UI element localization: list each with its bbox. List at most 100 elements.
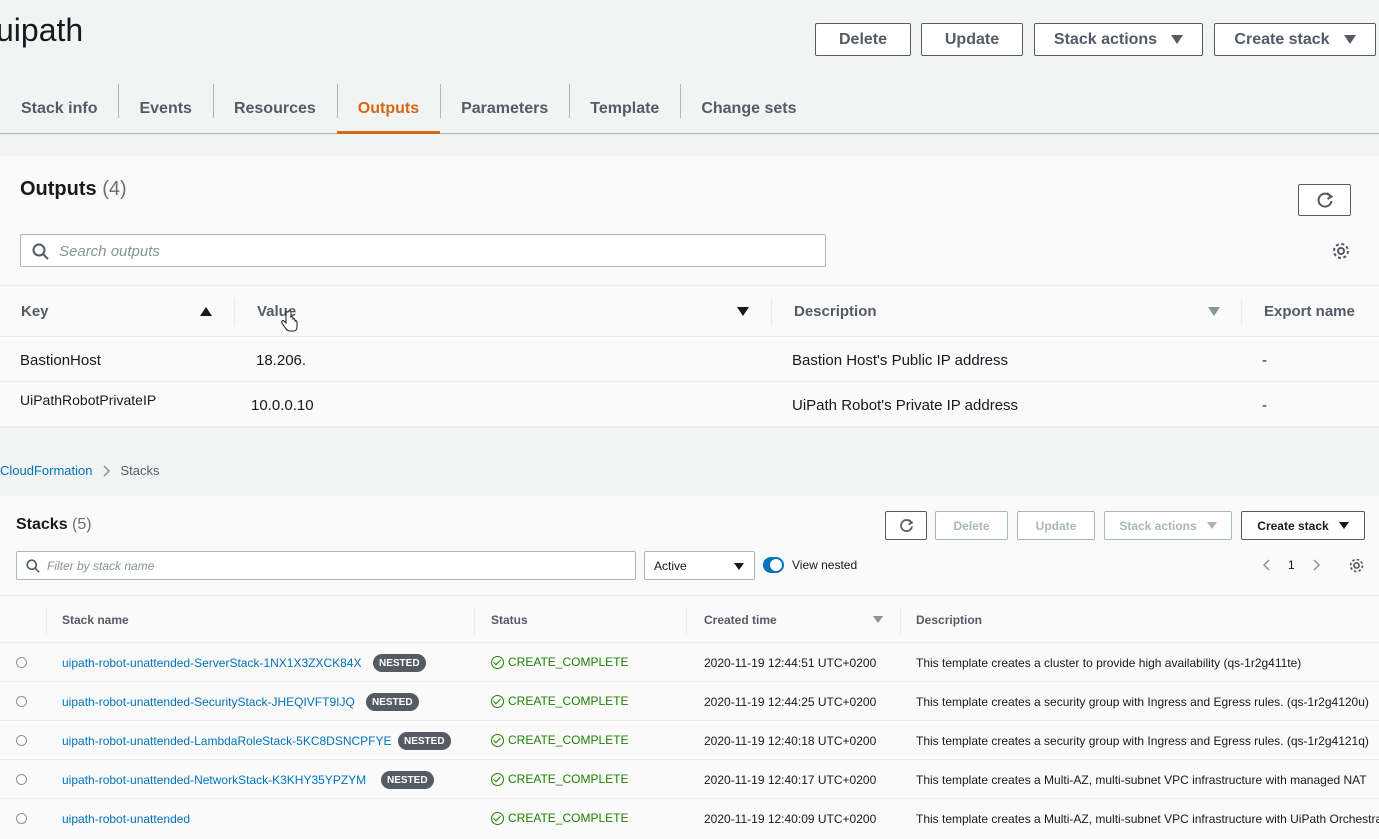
- col-key[interactable]: Key: [21, 303, 49, 320]
- view-nested-label: View nested: [792, 558, 858, 572]
- sort-icon[interactable]: [1208, 307, 1220, 316]
- row-radio[interactable]: [16, 735, 27, 746]
- stacks-title: Stacks: [16, 516, 68, 533]
- stack-name-link[interactable]: uipath-robot-unattended-SecurityStack-JH…: [62, 695, 355, 709]
- update-button[interactable]: Update: [921, 23, 1023, 56]
- create-stack-button[interactable]: Create stack: [1214, 23, 1376, 56]
- table-row: BastionHost 18.206. Bastion Host's Publi…: [0, 338, 1379, 382]
- breadcrumb-cloudformation[interactable]: CloudFormation: [0, 463, 93, 478]
- refresh-stacks-button[interactable]: [885, 511, 927, 540]
- cursor-hand-icon: [281, 310, 298, 332]
- update-button-label: Update: [944, 30, 1000, 48]
- status-filter-select[interactable]: Active: [644, 551, 755, 580]
- stacks-heading: Stacks (5): [16, 516, 92, 534]
- col-export-name[interactable]: Export name: [1264, 303, 1355, 320]
- stacks-delete-button[interactable]: Delete: [935, 511, 1008, 540]
- stacks-panel: Stacks (5) Delete Update Stack actions C…: [0, 496, 1379, 839]
- caret-down-icon: [734, 563, 744, 570]
- created-time: 2020-11-19 12:40:09 UTC+0200: [704, 812, 877, 826]
- delete-button[interactable]: Delete: [815, 23, 911, 56]
- caret-down-icon: [1343, 35, 1356, 44]
- caret-down-icon: [1206, 522, 1217, 529]
- row-radio[interactable]: [16, 657, 27, 668]
- stacks-update-button[interactable]: Update: [1017, 511, 1095, 540]
- col-stack-name[interactable]: Stack name: [62, 613, 129, 627]
- stacks-actions-label: Stack actions: [1119, 518, 1197, 533]
- outputs-panel: Outputs (4) Search outputs Key Value Des…: [0, 156, 1379, 428]
- row-radio[interactable]: [16, 774, 27, 785]
- output-key: UiPathRobotPrivateIP: [20, 392, 157, 408]
- table-row: uipath-robot-unattended CREATE_COMPLETE …: [0, 799, 1379, 838]
- check-circle-icon: [491, 772, 504, 786]
- page-number[interactable]: 1: [1288, 558, 1295, 572]
- gear-icon[interactable]: [1348, 557, 1365, 574]
- check-circle-icon: [491, 733, 504, 747]
- output-export: -: [1262, 397, 1267, 414]
- stack-description: This template creates a security group w…: [916, 695, 1369, 709]
- output-value: 10.0.0.10: [251, 397, 314, 414]
- sort-descending-icon[interactable]: [737, 307, 749, 316]
- col-description[interactable]: Description: [794, 303, 877, 320]
- created-time: 2020-11-19 12:40:17 UTC+0200: [704, 773, 877, 787]
- chevron-left-icon[interactable]: [1262, 559, 1270, 571]
- output-description: Bastion Host's Public IP address: [792, 352, 1009, 369]
- tab-events[interactable]: Events: [118, 84, 212, 134]
- stack-name-link[interactable]: uipath-robot-unattended-LambdaRoleStack-…: [62, 734, 392, 748]
- search-outputs-input[interactable]: Search outputs: [20, 234, 826, 267]
- col-description[interactable]: Description: [916, 613, 982, 627]
- filter-placeholder: Filter by stack name: [47, 559, 155, 573]
- caret-down-icon: [1171, 35, 1184, 44]
- gear-icon[interactable]: [1331, 241, 1351, 261]
- outputs-table-header: Key Value Description Export name: [0, 285, 1379, 337]
- created-time: 2020-11-19 12:40:18 UTC+0200: [704, 734, 877, 748]
- sort-ascending-icon[interactable]: [200, 307, 212, 316]
- tab-outputs[interactable]: Outputs: [336, 84, 441, 134]
- nested-badge: NESTED: [381, 771, 434, 789]
- stacks-create-button[interactable]: Create stack: [1241, 511, 1365, 540]
- refresh-outputs-button[interactable]: [1298, 184, 1351, 216]
- caret-down-icon: [1338, 522, 1349, 529]
- output-description: UiPath Robot's Private IP address: [792, 397, 1019, 414]
- status-text: CREATE_COMPLETE: [508, 694, 629, 708]
- tab-parameters[interactable]: Parameters: [440, 84, 569, 134]
- status-text: CREATE_COMPLETE: [508, 772, 629, 786]
- nested-badge: NESTED: [398, 732, 451, 750]
- check-circle-icon: [491, 694, 504, 708]
- output-value: 18.206.: [256, 352, 307, 369]
- stack-actions-button[interactable]: Stack actions: [1034, 23, 1203, 56]
- outputs-heading: Outputs (4): [20, 178, 127, 201]
- stacks-actions-button[interactable]: Stack actions: [1104, 511, 1232, 540]
- view-nested-toggle[interactable]: [763, 557, 784, 573]
- status-badge: CREATE_COMPLETE: [491, 733, 628, 747]
- row-radio[interactable]: [16, 696, 27, 707]
- tab-template[interactable]: Template: [569, 84, 680, 134]
- search-placeholder: Search outputs: [59, 243, 160, 260]
- output-export: -: [1262, 352, 1267, 369]
- stack-name-link[interactable]: uipath-robot-unattended-NetworkStack-K3K…: [62, 773, 366, 787]
- outputs-count: (4): [102, 178, 127, 200]
- stack-description: This template creates a Multi-AZ, multi-…: [916, 773, 1367, 787]
- chevron-right-icon[interactable]: [1313, 559, 1321, 571]
- col-created-time[interactable]: Created time: [704, 613, 777, 627]
- col-status[interactable]: Status: [491, 613, 528, 627]
- delete-button-label: Delete: [838, 30, 888, 48]
- filter-stack-input[interactable]: Filter by stack name: [16, 551, 636, 580]
- check-circle-icon: [491, 811, 504, 825]
- stacks-update-label: Update: [1035, 518, 1077, 533]
- stack-name-link[interactable]: uipath-robot-unattended-ServerStack-1NX1…: [62, 656, 362, 670]
- table-row: uipath-robot-unattended-NetworkStack-K3K…: [0, 760, 1379, 799]
- status-text: CREATE_COMPLETE: [508, 655, 629, 669]
- table-row: uipath-robot-unattended-LambdaRoleStack-…: [0, 721, 1379, 760]
- page-title: uipath: [0, 12, 84, 48]
- tab-resources[interactable]: Resources: [212, 84, 337, 134]
- sort-icon[interactable]: [873, 616, 883, 623]
- nested-badge: NESTED: [373, 654, 426, 672]
- output-key: BastionHost: [20, 352, 101, 369]
- row-radio[interactable]: [16, 813, 27, 824]
- stacks-delete-label: Delete: [953, 518, 990, 533]
- tab-stack-info[interactable]: Stack info: [0, 84, 118, 134]
- tab-change-sets[interactable]: Change sets: [680, 84, 817, 134]
- stack-name-link[interactable]: uipath-robot-unattended: [62, 812, 190, 826]
- search-icon: [32, 243, 49, 260]
- status-badge: CREATE_COMPLETE: [491, 694, 628, 708]
